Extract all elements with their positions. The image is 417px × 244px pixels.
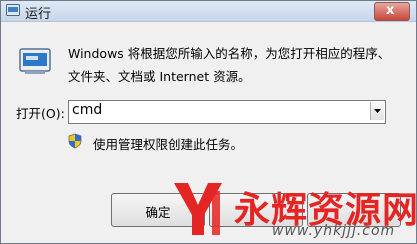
chevron-down-icon (374, 109, 381, 113)
uac-shield-icon (68, 133, 82, 149)
open-combobox[interactable]: cmd (68, 100, 386, 124)
description-line-1: Windows 将根据您所输入的名称，为您打开相应的程序、 (68, 46, 391, 61)
watermark: 永辉资源网 www.yhkjjj.com (168, 177, 417, 243)
watermark-logo-icon (174, 183, 222, 235)
run-icon (19, 48, 51, 74)
close-button[interactable]: x (374, 2, 410, 21)
title-bar[interactable]: 运行 x (1, 1, 416, 22)
admin-rights-note: 使用管理权限创建此任务。 (93, 137, 244, 152)
run-icon (6, 4, 20, 16)
dropdown-button[interactable] (370, 102, 384, 120)
close-icon: x (386, 3, 395, 18)
open-label: 打开(O): (16, 106, 65, 121)
description: Windows 将根据您所输入的名称，为您打开相应的程序、 文件夹、文档或 In… (68, 42, 390, 88)
description-line-2: 文件夹、文档或 Internet 资源。 (68, 69, 251, 84)
window-title: 运行 (25, 7, 52, 22)
watermark-url: www.yhkjjj.com (272, 223, 396, 239)
open-input-value[interactable]: cmd (72, 102, 102, 118)
